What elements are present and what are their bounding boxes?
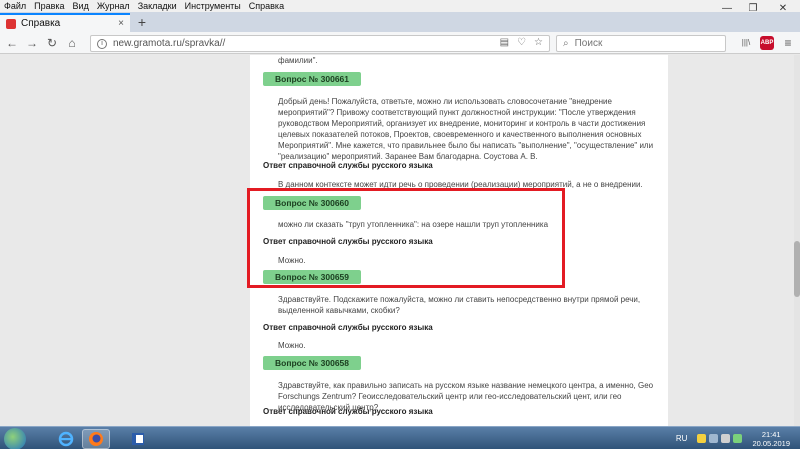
- menu-help[interactable]: Справка: [245, 0, 288, 12]
- clock-date: 20.05.2019: [752, 438, 790, 448]
- menu-file[interactable]: Файл: [0, 0, 30, 12]
- menu-history[interactable]: Журнал: [93, 0, 134, 12]
- reader-view-icon[interactable]: ▤: [500, 37, 509, 48]
- menu-view[interactable]: Вид: [69, 0, 93, 12]
- language-indicator[interactable]: RU: [676, 434, 688, 443]
- home-icon[interactable]: ⌂: [64, 35, 80, 51]
- forward-icon[interactable]: →: [24, 35, 40, 51]
- scrollbar-thumb[interactable]: [794, 241, 800, 297]
- volume-icon[interactable]: [721, 434, 731, 443]
- system-tray: RU 21:41 20.05.2019: [676, 427, 800, 449]
- clock[interactable]: 21:41 20.05.2019: [752, 430, 790, 448]
- flag-icon[interactable]: [733, 434, 743, 443]
- bookmark-star-icon[interactable]: ☆: [534, 37, 543, 48]
- question-text: Здравствуйте. Подскажите пожалуйста, мож…: [278, 295, 641, 315]
- question-badge[interactable]: Вопрос № 300660: [263, 196, 361, 210]
- question-text: можно ли сказать "труп утопленника": на …: [278, 220, 549, 229]
- firefox-icon[interactable]: [82, 429, 110, 449]
- adblock-icon[interactable]: ABP: [760, 36, 774, 50]
- url-bar[interactable]: i new.gramota.ru/spravka// ▤ ♡ ☆: [90, 35, 550, 52]
- hamburger-menu-icon[interactable]: ≡: [780, 35, 796, 51]
- tray-notification-icon[interactable]: [697, 434, 707, 443]
- site-info-icon[interactable]: i: [97, 38, 107, 49]
- page-scrollbar[interactable]: [794, 55, 800, 426]
- search-bar[interactable]: ⌕: [556, 35, 726, 52]
- tray-icons: [697, 434, 743, 443]
- tab-title: Справка: [21, 18, 61, 29]
- answer-heading: Ответ справочной службы русского языка: [263, 237, 433, 246]
- reload-icon[interactable]: ↻: [44, 35, 60, 51]
- answer-heading: Ответ справочной службы русского языка: [263, 323, 433, 332]
- word-icon[interactable]: [124, 429, 152, 449]
- menu-edit[interactable]: Правка: [30, 0, 68, 12]
- question-badge[interactable]: Вопрос № 300661: [263, 72, 361, 86]
- pocket-icon[interactable]: ♡: [517, 37, 526, 48]
- content-column: фамилии". Вопрос № 300661 Добрый день! П…: [250, 55, 668, 426]
- question-badge[interactable]: Вопрос № 300659: [263, 270, 361, 284]
- navigation-bar: ← → ↻ ⌂ i new.gramota.ru/spravka// ▤ ♡ ☆…: [0, 32, 800, 54]
- question-text: Добрый день! Пожалуйста, ответьте, можно…: [278, 97, 654, 161]
- new-tab-button[interactable]: +: [134, 14, 150, 30]
- tab-spravka[interactable]: Справка ×: [0, 13, 130, 32]
- network-icon[interactable]: [709, 434, 719, 443]
- search-icon: ⌕: [563, 38, 569, 49]
- tab-close-icon[interactable]: ×: [118, 18, 130, 29]
- menu-bar: Файл Правка Вид Журнал Закладки Инструме…: [0, 0, 800, 12]
- question-badge[interactable]: Вопрос № 300658: [263, 356, 361, 370]
- url-actions: ▤ ♡ ☆: [500, 37, 543, 48]
- back-icon[interactable]: ←: [4, 35, 20, 51]
- menu-tools[interactable]: Инструменты: [181, 0, 245, 12]
- clock-time: 21:41: [761, 429, 781, 439]
- answer-heading: Ответ справочной службы русского языка: [263, 407, 433, 416]
- start-button[interactable]: [4, 428, 26, 449]
- taskbar: RU 21:41 20.05.2019: [0, 426, 800, 449]
- top-fragment: фамилии".: [278, 56, 318, 65]
- answer-text: Можно.: [278, 341, 306, 350]
- answer-text: Можно.: [278, 256, 306, 265]
- search-input[interactable]: [574, 38, 715, 49]
- url-text[interactable]: new.gramota.ru/spravka//: [113, 38, 225, 49]
- favicon-icon: [6, 18, 16, 29]
- answer-text: В данном контексте может идти речь о про…: [278, 180, 643, 189]
- menu-bookmarks[interactable]: Закладки: [134, 0, 181, 12]
- answer-heading: Ответ справочной службы русского языка: [263, 161, 433, 170]
- tab-bar: Справка × +: [0, 12, 800, 32]
- internet-explorer-icon[interactable]: [52, 429, 80, 449]
- library-icon[interactable]: |||\: [738, 35, 754, 51]
- page-viewport: фамилии". Вопрос № 300661 Добрый день! П…: [0, 55, 800, 426]
